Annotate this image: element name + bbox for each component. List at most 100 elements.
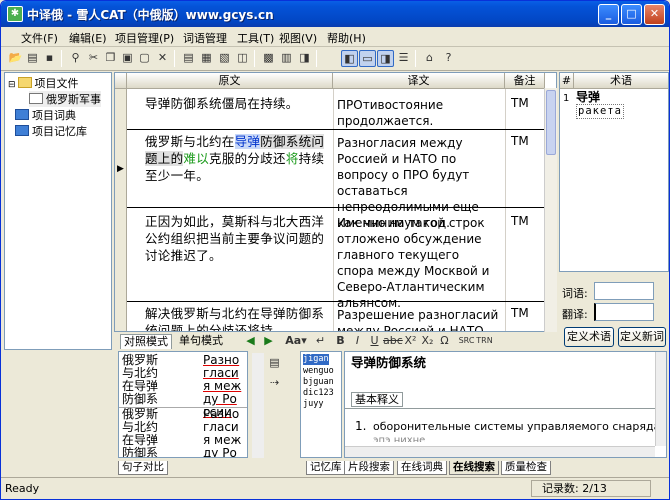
delete-icon[interactable]: ✕ — [154, 50, 171, 67]
apply-icon[interactable]: ⇢ — [266, 375, 283, 392]
settings-icon[interactable]: ◨ — [296, 50, 313, 67]
toolbar: 📂 ▤ ▪ ⚲ ✂ ❐ ▣ ▢ ✕ ▤ ▦ ▧ ◫ ▩ ▥ ◨ ◧ ▭ ◨ ☰ … — [1, 47, 669, 71]
tab-memory[interactable]: 记忆库 — [306, 461, 346, 475]
header-note: 备注 — [505, 73, 545, 89]
word-label: 词语: — [562, 287, 588, 300]
dict-vscrollbar[interactable] — [655, 352, 666, 446]
header-term: 术语 — [574, 73, 668, 89]
dict-headword: 导弹防御系统 — [351, 355, 427, 370]
term-target[interactable]: ракета — [576, 104, 624, 119]
tab-fragment-search[interactable]: 片段搜索 — [344, 461, 394, 475]
header-source: 原文 — [127, 73, 333, 89]
prev-icon[interactable]: ◀ — [242, 333, 259, 350]
menu-file[interactable]: 文件(F) — [21, 30, 58, 46]
underline-icon[interactable]: U — [366, 333, 383, 350]
copy-icon[interactable]: ❐ — [102, 50, 119, 67]
cut-icon[interactable]: ✂ — [85, 50, 102, 67]
compare-scrollbar[interactable] — [252, 353, 264, 458]
bold-icon[interactable]: B — [332, 333, 349, 350]
open-folder-icon[interactable]: 📂 — [7, 50, 24, 67]
source-cell[interactable]: 解决俄罗斯与北约在导弹防御系统问题上的分歧还将持 — [145, 305, 325, 331]
term-highlight: 导弹 — [234, 134, 261, 149]
special-char-icon[interactable]: Ω — [436, 333, 453, 350]
superscript-icon[interactable]: X² — [402, 333, 419, 350]
tree-project-files[interactable]: ⊟ 项目文件 — [8, 75, 79, 91]
copy-to-target-icon[interactable]: ▤ — [266, 355, 283, 372]
define-word-button[interactable]: 定义新词 — [618, 327, 666, 347]
home-icon[interactable]: ⌂ — [421, 50, 438, 67]
tab-quality-check[interactable]: 质量检查 — [501, 461, 551, 475]
project-tree: ⊟ 项目文件 俄罗斯军事 项目词典 项目记忆库 — [4, 72, 112, 350]
layout-split-icon[interactable]: ◨ — [377, 50, 394, 67]
note-cell: TM — [511, 134, 529, 148]
tree-file[interactable]: 俄罗斯军事 — [29, 91, 101, 107]
note-cell: TM — [511, 306, 529, 320]
layout-list-icon[interactable]: ☰ — [395, 50, 412, 67]
sentence-compare-panel: 俄罗斯与北约在导弹防御系 Разногласия между России 俄罗… — [118, 351, 248, 458]
translation-input[interactable] — [594, 303, 654, 321]
subscript-icon[interactable]: X₂ — [419, 333, 436, 350]
tab-compare-mode[interactable]: 对照模式 — [120, 334, 172, 349]
enter-icon[interactable]: ↵ — [312, 333, 329, 350]
close-button[interactable]: ✕ — [644, 4, 665, 25]
dictionary-icon[interactable]: ▧ — [216, 50, 233, 67]
minimize-button[interactable]: _ — [598, 4, 619, 25]
translate-icon[interactable]: ▤ — [180, 50, 197, 67]
book-icon — [15, 125, 29, 136]
find-icon[interactable]: ⚲ — [67, 50, 84, 67]
menu-terms[interactable]: 词语管理 — [183, 30, 227, 46]
app-window: ✱ 中译俄 - 雪人CAT（中俄版）www.gcys.cn _ □ ✕ 文件(F… — [0, 0, 670, 500]
dict-hscrollbar[interactable] — [345, 446, 655, 457]
menu-edit[interactable]: 编辑(E) — [69, 30, 107, 46]
memory-icon[interactable]: ▦ — [198, 50, 215, 67]
trn-icon[interactable]: TRN — [476, 333, 493, 350]
source-cell-active[interactable]: 俄罗斯与北约在导弹防御系统问题上的难以克服的分歧还将持续至少一年。 — [145, 133, 325, 184]
paste-icon[interactable]: ▣ — [119, 50, 136, 67]
translation-grid: 原文 译文 备注 导弹防御系统僵局在持续。 ПРОтивостояние про… — [114, 72, 557, 332]
export-icon[interactable]: ▥ — [278, 50, 295, 67]
menu-view[interactable]: 视图(V) — [279, 30, 317, 46]
app-icon: ✱ — [7, 6, 23, 22]
clear-icon[interactable]: ▢ — [136, 50, 153, 67]
tab-online-dictionary[interactable]: 在线词典 — [397, 461, 447, 475]
layout-compare-icon[interactable]: ◧ — [341, 50, 358, 67]
header-target: 译文 — [333, 73, 505, 89]
italic-icon[interactable]: I — [349, 333, 366, 350]
term-source[interactable]: 导弹 — [576, 91, 600, 104]
target-cell[interactable]: Именно на такой строк отложено обсуждени… — [337, 215, 499, 311]
book-icon — [15, 109, 29, 120]
window-title: 中译俄 - 雪人CAT（中俄版）www.gcys.cn — [27, 8, 274, 22]
menu-help[interactable]: 帮助(H) — [327, 30, 366, 46]
font-size-icon[interactable]: Aa▾ — [284, 333, 308, 350]
target-cell[interactable]: ПРОтивостояние продолжается. — [337, 97, 497, 129]
tab-single-mode[interactable]: 单句模式 — [176, 334, 226, 349]
dictionary-result: 导弹防御系统 基本释义 1. оборонительные системы уп… — [344, 351, 667, 458]
tab-online-search[interactable]: 在线搜索 — [449, 461, 499, 475]
source-cell[interactable]: 导弹防御系统僵局在持续。 — [145, 95, 325, 112]
next-icon[interactable]: ▶ — [260, 333, 277, 350]
import-icon[interactable]: ◫ — [234, 50, 251, 67]
strike-icon[interactable]: abc — [383, 333, 403, 350]
mode-tabs: 对照模式 单句模式 ◀ ▶ Aa▾ ↵ B I U abc X² X₂ Ω SR… — [114, 333, 557, 350]
maximize-button[interactable]: □ — [621, 4, 642, 25]
tree-memory[interactable]: 项目记忆库 — [15, 123, 87, 139]
tab-basic-meaning[interactable]: 基本释义 — [351, 392, 403, 407]
grid-scrollbar[interactable] — [544, 88, 557, 332]
menu-project[interactable]: 项目管理(P) — [115, 30, 174, 46]
source-cell[interactable]: 正因为如此，莫斯科与北大西洋公约组织把当前主要争议问题的讨论推迟了。 — [145, 213, 325, 264]
src-icon[interactable]: SRC — [458, 333, 475, 350]
open-icon[interactable]: ▤ — [24, 50, 41, 67]
menu-tools[interactable]: 工具(T) — [237, 30, 274, 46]
bottom-panel: 俄罗斯与北约在导弹防御系 Разногласия между России 俄罗… — [114, 351, 669, 461]
word-input[interactable] — [594, 282, 654, 300]
tree-dictionary[interactable]: 项目词典 — [15, 107, 76, 123]
help-icon[interactable]: ? — [440, 50, 457, 67]
term-list: # 术语 1 导弹 ракета — [559, 72, 669, 272]
define-term-button[interactable]: 定义术语 — [564, 327, 614, 347]
target-cell[interactable]: Разрешение разногласий между Россией и Н… — [337, 307, 499, 331]
check-icon[interactable]: ▩ — [260, 50, 277, 67]
tab-sentence-compare[interactable]: 句子对比 — [118, 461, 168, 475]
status-bar: Ready 记录数: 2/13 — [1, 477, 669, 499]
save-icon[interactable]: ▪ — [41, 50, 58, 67]
layout-single-icon[interactable]: ▭ — [359, 50, 376, 67]
